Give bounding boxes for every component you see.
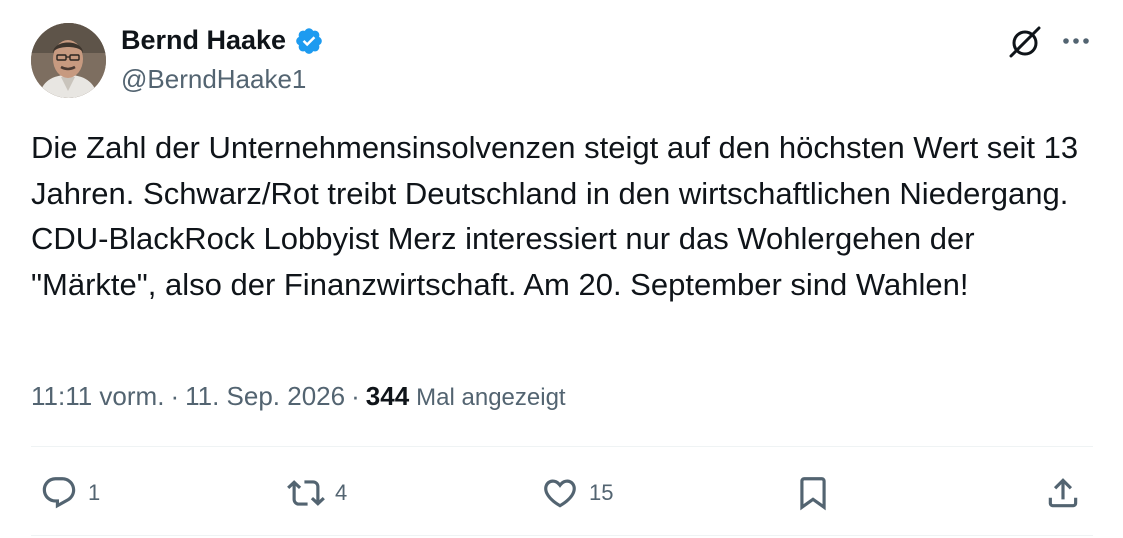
tweet-time[interactable]: 11:11 vorm. xyxy=(31,381,164,412)
author-display-name[interactable]: Bernd Haake xyxy=(121,25,286,56)
retweet-button[interactable]: 4 xyxy=(287,472,347,514)
tweet-card: Bernd Haake @BerndHaake1 Die Zahl der Un… xyxy=(0,0,1123,538)
grok-icon[interactable] xyxy=(1006,23,1044,61)
divider xyxy=(31,446,1093,447)
reply-count: 1 xyxy=(88,480,101,505)
retweet-icon xyxy=(287,480,325,506)
more-horizontal-icon[interactable] xyxy=(1057,26,1095,56)
reply-icon xyxy=(42,477,76,509)
tweet-text: Die Zahl der Unternehmensinsolvenzen ste… xyxy=(31,130,1087,302)
meta-separator: · xyxy=(170,381,180,411)
avatar-image xyxy=(31,23,106,98)
tweet-meta: 11:11 vorm. · 11. Sep. 2026 · 344 Mal an… xyxy=(31,381,566,412)
reply-button[interactable]: 1 xyxy=(40,472,100,514)
like-button[interactable]: 15 xyxy=(541,472,613,514)
views-count: 344 xyxy=(365,381,410,411)
retweet-count: 4 xyxy=(335,480,348,505)
divider xyxy=(31,535,1093,536)
like-count: 15 xyxy=(589,480,614,505)
share-button[interactable] xyxy=(1044,472,1082,514)
bookmark-icon xyxy=(800,477,826,511)
heart-icon xyxy=(544,479,576,508)
author-handle[interactable]: @BerndHaake1 xyxy=(121,64,306,95)
views-label: Mal angezeigt xyxy=(416,384,566,411)
author-name-row[interactable]: Bernd Haake xyxy=(121,25,324,56)
share-icon xyxy=(1048,478,1078,508)
verified-badge-icon[interactable] xyxy=(294,26,324,56)
tweet-date[interactable]: 11. Sep. 2026 xyxy=(185,381,345,412)
meta-separator: · xyxy=(351,381,360,411)
bookmark-button[interactable] xyxy=(794,472,832,514)
avatar[interactable] xyxy=(31,23,106,98)
